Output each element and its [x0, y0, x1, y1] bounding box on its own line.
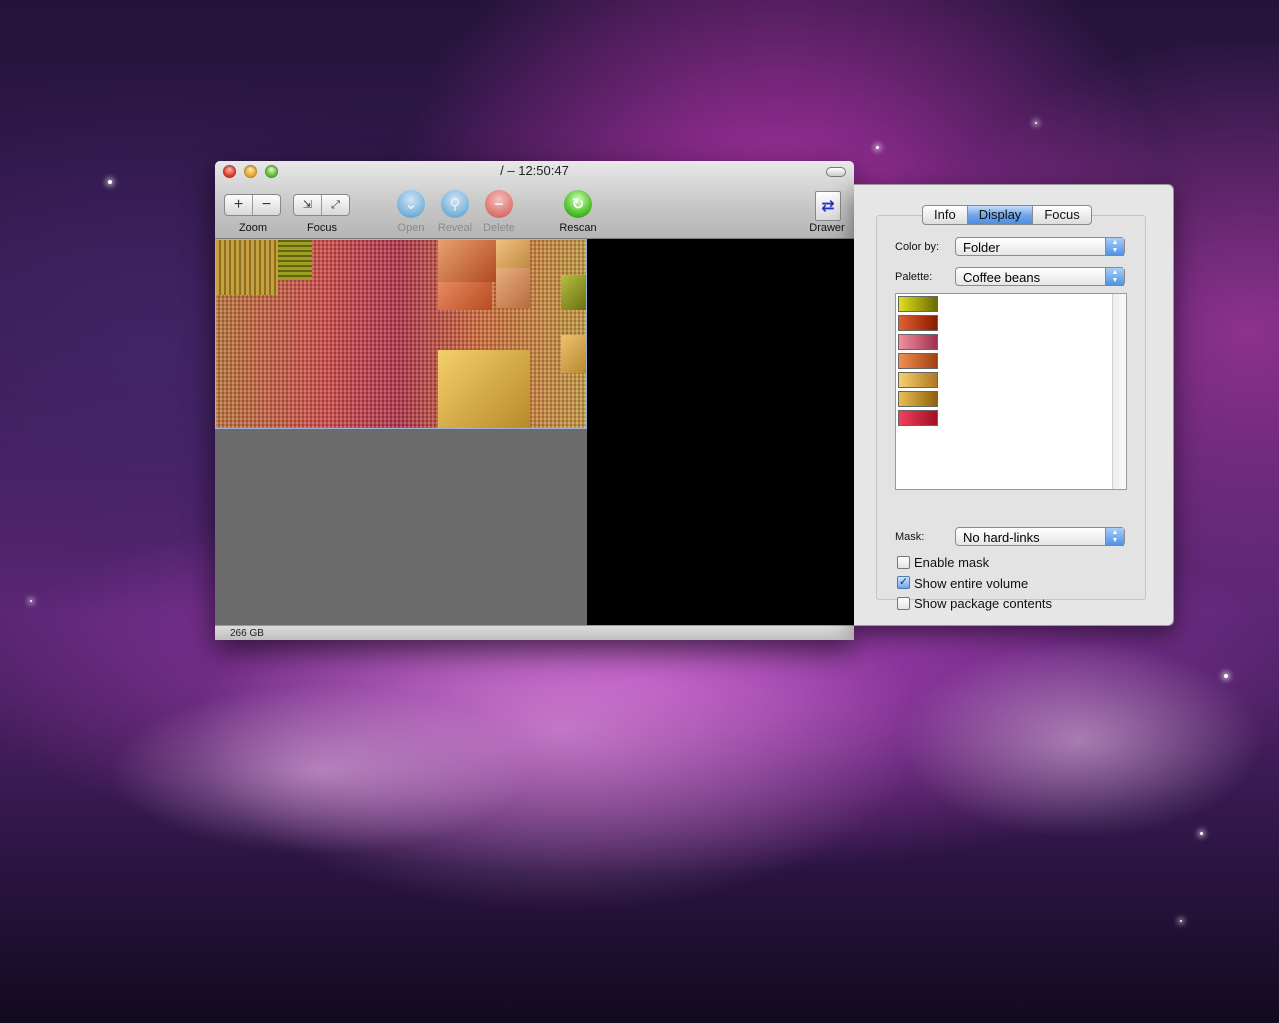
treemap-block[interactable]	[216, 240, 278, 295]
color-by-value: Folder	[963, 240, 1000, 255]
volume-size-text: 266 GB	[230, 628, 264, 639]
show-package-contents-checkbox[interactable]	[897, 597, 910, 610]
chevron-down-icon: ⌄	[404, 196, 418, 213]
enable-mask-label[interactable]: Enable mask	[914, 555, 989, 570]
show-package-contents-label[interactable]: Show package contents	[914, 596, 1052, 611]
palette-swatch[interactable]	[898, 296, 938, 312]
enable-mask-checkbox[interactable]	[897, 556, 910, 569]
display-panel: Color by: Folder ▲ ▼ Palette: Coffee bean…	[876, 215, 1146, 611]
star	[30, 600, 32, 602]
star	[1180, 920, 1182, 922]
reveal-button[interactable]: ⚲	[441, 190, 469, 218]
palette-swatch[interactable]	[898, 372, 938, 388]
reveal-label: Reveal	[437, 222, 473, 234]
star	[108, 180, 112, 184]
zoom-label: Zoom	[238, 222, 268, 234]
open-button[interactable]: ⌄	[397, 190, 425, 218]
mask-popup[interactable]: No hard-links ▲ ▼	[955, 527, 1125, 546]
color-by-popup[interactable]: Folder ▲ ▼	[955, 237, 1125, 256]
palette-swatch[interactable]	[898, 391, 938, 407]
zoom-in-button[interactable]: +	[225, 195, 253, 215]
tab-info[interactable]: Info	[923, 206, 968, 224]
open-label: Open	[397, 222, 425, 234]
main-window: / – 12:50:47 + − Zoom ⇲ ⤢ Focus ⌄ Open ⚲…	[215, 161, 854, 640]
refresh-icon: ↻	[571, 196, 585, 213]
show-entire-volume-checkbox[interactable]: ✓	[897, 576, 910, 589]
status-bar: 266 GB	[215, 625, 854, 640]
mask-value: No hard-links	[963, 530, 1040, 545]
window-title: / – 12:50:47	[500, 163, 569, 178]
palette-label: Palette:	[895, 271, 933, 283]
mask-label: Mask:	[895, 531, 925, 543]
star	[1035, 122, 1037, 124]
updown-arrows-icon: ▲ ▼	[1105, 528, 1124, 546]
palette-scrollbar[interactable]	[1112, 294, 1126, 489]
treemap-view[interactable]	[215, 239, 854, 625]
treemap-block[interactable]	[438, 240, 496, 282]
star	[1224, 674, 1228, 678]
treemap[interactable]	[215, 239, 587, 429]
drawer-tabs: Info Display Focus	[922, 205, 1092, 225]
zoom-segmented-control[interactable]: + −	[224, 194, 281, 216]
updown-arrows-icon: ▲ ▼	[1105, 268, 1124, 286]
palette-swatch[interactable]	[898, 315, 938, 331]
zoom-out-button[interactable]: −	[253, 195, 280, 215]
toolbar-toggle-button[interactable]	[826, 167, 846, 177]
checkmark-icon: ✓	[898, 576, 909, 588]
star	[876, 146, 879, 149]
palette-value: Coffee beans	[963, 270, 1041, 285]
tab-display[interactable]: Display	[967, 206, 1034, 224]
focus-out-icon[interactable]: ⤢	[322, 195, 349, 215]
focus-in-icon[interactable]: ⇲	[294, 195, 322, 215]
magnifier-icon: ⚲	[449, 196, 461, 213]
tab-focus[interactable]: Focus	[1033, 206, 1090, 224]
delete-button[interactable]: −	[485, 190, 513, 218]
drawer-button[interactable]: ⇄	[815, 191, 841, 221]
palette-swatch-list[interactable]	[895, 293, 1127, 490]
empty-gray-area	[215, 429, 587, 625]
drawer-label: Drawer	[809, 222, 845, 234]
focus-segmented-control[interactable]: ⇲ ⤢	[293, 194, 350, 216]
treemap-block[interactable]	[496, 268, 530, 308]
swap-arrows-icon: ⇄	[821, 198, 835, 215]
empty-black-area	[587, 239, 854, 625]
palette-swatch[interactable]	[898, 410, 938, 426]
settings-drawer: Color by: Folder ▲ ▼ Palette: Coffee bean…	[854, 184, 1174, 626]
focus-label: Focus	[307, 222, 337, 234]
treemap-block[interactable]	[561, 335, 586, 373]
palette-popup[interactable]: Coffee beans ▲ ▼	[955, 267, 1125, 286]
treemap-block[interactable]	[438, 282, 492, 310]
treemap-block[interactable]	[438, 350, 530, 428]
star	[1200, 832, 1203, 835]
palette-swatch[interactable]	[898, 334, 938, 350]
title-bar[interactable]: / – 12:50:47 + − Zoom ⇲ ⤢ Focus ⌄ Open ⚲…	[215, 161, 854, 239]
delete-label: Delete	[483, 222, 515, 234]
treemap-block[interactable]	[278, 240, 312, 280]
treemap-block[interactable]	[561, 275, 586, 310]
palette-swatch[interactable]	[898, 353, 938, 369]
rescan-label: Rescan	[559, 222, 597, 234]
rescan-button[interactable]: ↻	[564, 190, 592, 218]
minus-icon: −	[494, 195, 504, 213]
treemap-block[interactable]	[496, 240, 530, 268]
updown-arrows-icon: ▲ ▼	[1105, 238, 1124, 256]
show-entire-volume-label[interactable]: Show entire volume	[914, 576, 1028, 591]
color-by-label: Color by:	[895, 241, 940, 253]
